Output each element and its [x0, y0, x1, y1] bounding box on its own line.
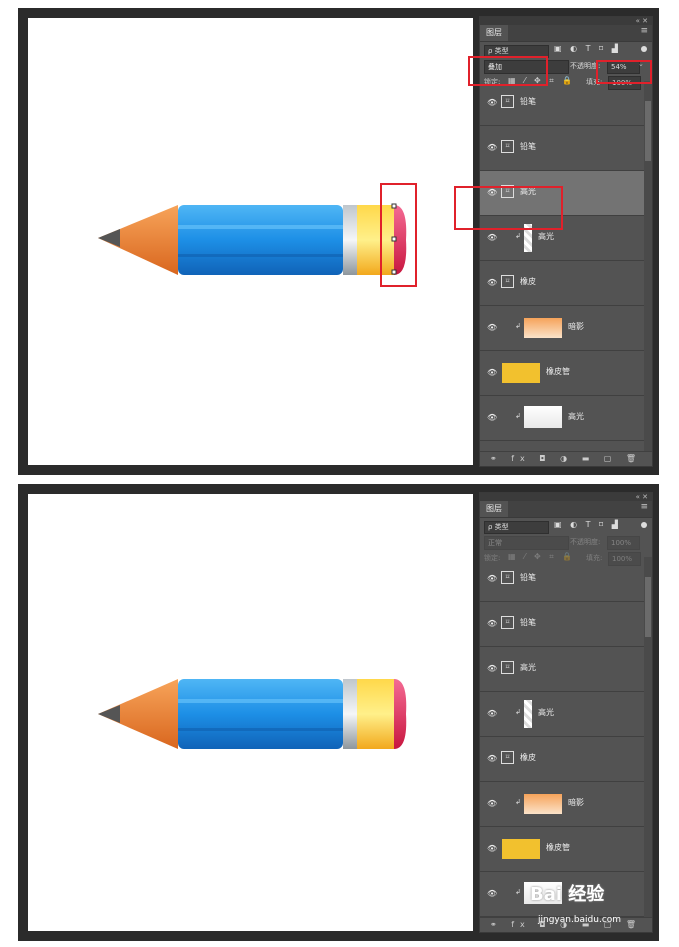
- pencil-ferrule: [343, 205, 357, 275]
- layer-name: 橡皮管: [546, 843, 570, 852]
- layer-row[interactable]: 👁 橡皮管: [480, 827, 644, 872]
- screenshot-before: « ✕ 图层 ≡ ρ 类型 ▣ ◐ T ⌑ ▟ 叠加 不透明度: 54% ⌄ 锁…: [18, 8, 659, 475]
- layer-row[interactable]: 👁 ⌑ 橡皮: [480, 737, 644, 782]
- layer-row[interactable]: 👁 ↲ 高光: [480, 692, 644, 737]
- panel-menu-icon[interactable]: ≡: [640, 26, 648, 36]
- highlight-box-layer: [454, 186, 563, 230]
- layer-name: 铅笔: [520, 573, 536, 582]
- layer-thumbnail: [502, 839, 540, 859]
- clip-arrow-icon: ↲: [515, 412, 521, 420]
- panel-footer-icons[interactable]: ⚭ fx ◘ ◑ ▬ ▢ 🗑: [480, 451, 652, 466]
- eye-icon[interactable]: 👁: [487, 413, 497, 422]
- layer-scrollbar[interactable]: [644, 557, 652, 918]
- layer-name: 高光: [520, 663, 536, 672]
- folder-icon: ⌑: [501, 140, 514, 153]
- clip-arrow-icon: ↲: [515, 798, 521, 806]
- clip-arrow-icon: ↲: [515, 322, 521, 330]
- eye-icon[interactable]: 👁: [487, 233, 497, 242]
- pencil-eraser: [394, 679, 407, 749]
- filter-toggle-icon[interactable]: [641, 522, 647, 528]
- opacity-label: 不透明度:: [570, 538, 601, 546]
- layer-name: 铅笔: [520, 97, 536, 106]
- filter-icons[interactable]: ▣ ◐ T ⌑ ▟: [554, 44, 621, 53]
- layer-name: 铅笔: [520, 142, 536, 151]
- panel-collapse-bar[interactable]: « ✕: [480, 493, 652, 501]
- folder-icon: ⌑: [501, 751, 514, 764]
- eye-icon[interactable]: 👁: [487, 619, 497, 628]
- eye-icon[interactable]: 👁: [487, 368, 497, 377]
- document-canvas[interactable]: [28, 494, 473, 931]
- eye-icon[interactable]: 👁: [487, 574, 497, 583]
- layer-row[interactable]: 👁 ↲ 暗影: [480, 306, 644, 351]
- watermark-url: jingyan.baidu.com: [538, 915, 622, 925]
- panel-collapse-bar[interactable]: « ✕: [480, 17, 652, 25]
- folder-icon: ⌑: [501, 95, 514, 108]
- watermark-logo: Bai 经验: [530, 884, 605, 905]
- layer-scrollbar[interactable]: [644, 81, 652, 452]
- layer-row[interactable]: 👁 ↲ 暗影: [480, 782, 644, 827]
- layer-thumbnail: [524, 318, 562, 338]
- layer-name: 橡皮: [520, 277, 536, 286]
- layer-row[interactable]: 👁 ⌑ 铅笔: [480, 602, 644, 647]
- pencil-body: [178, 205, 343, 275]
- layer-name: 橡皮管: [546, 367, 570, 376]
- layer-row[interactable]: 👁 ⌑ 铅笔: [480, 126, 644, 171]
- eye-icon[interactable]: 👁: [487, 278, 497, 287]
- layer-row[interactable]: 👁 橡皮管: [480, 351, 644, 396]
- tab-layers[interactable]: 图层: [480, 501, 508, 517]
- pencil-lead: [98, 705, 120, 723]
- clip-arrow-icon: ↲: [515, 708, 521, 716]
- clip-arrow-icon: ↲: [515, 232, 521, 240]
- pencil-lead: [98, 229, 120, 247]
- folder-icon: ⌑: [501, 275, 514, 288]
- layer-thumbnail: [524, 406, 562, 428]
- eye-icon[interactable]: 👁: [487, 323, 497, 332]
- layer-name: 橡皮: [520, 753, 536, 762]
- blend-mode-select[interactable]: 正常: [484, 536, 569, 550]
- folder-icon: ⌑: [501, 616, 514, 629]
- highlight-box-opacity: [596, 60, 652, 84]
- panel-menu-icon[interactable]: ≡: [640, 502, 648, 512]
- layers-panel: « ✕ 图层 ≡ ρ 类型 ▣ ◐ T ⌑ ▟ 正常 不透明度: 100% 锁定…: [479, 492, 653, 933]
- eye-icon[interactable]: 👁: [487, 143, 497, 152]
- screenshot-after: « ✕ 图层 ≡ ρ 类型 ▣ ◐ T ⌑ ▟ 正常 不透明度: 100% 锁定…: [18, 484, 659, 941]
- highlight-box-blend: [468, 56, 548, 86]
- tab-layers[interactable]: 图层: [480, 25, 508, 41]
- pencil-body: [178, 679, 343, 749]
- highlight-box-eraser: [380, 183, 417, 287]
- layer-row[interactable]: 👁 ⌑ 铅笔: [480, 81, 644, 126]
- pencil-band: [357, 679, 394, 749]
- eye-icon[interactable]: 👁: [487, 754, 497, 763]
- layer-name: 暗影: [568, 798, 584, 807]
- eye-icon[interactable]: 👁: [487, 799, 497, 808]
- layer-name: 暗影: [568, 322, 584, 331]
- pencil-ferrule: [343, 679, 357, 749]
- layer-row[interactable]: 👁 ⌑ 橡皮: [480, 261, 644, 306]
- filter-toggle-icon[interactable]: [641, 46, 647, 52]
- layer-list: 👁 ⌑ 铅笔 👁 ⌑ 铅笔 👁 ⌑ 高光 👁 ↲ 高光 👁 ⌑ 橡皮 👁 ↲ 暗…: [480, 557, 644, 918]
- eye-icon[interactable]: 👁: [487, 844, 497, 853]
- eye-icon[interactable]: 👁: [487, 664, 497, 673]
- layer-list: 👁 ⌑ 铅笔 👁 ⌑ 铅笔 👁 ⌑ 高光 👁 ↲ 高光 👁 ⌑ 橡皮 👁 ↲ 暗…: [480, 81, 644, 452]
- layer-thumbnail: [502, 363, 540, 383]
- layer-name: 铅笔: [520, 618, 536, 627]
- folder-icon: ⌑: [501, 571, 514, 584]
- layer-row[interactable]: 👁 ⌑ 高光: [480, 647, 644, 692]
- opacity-input[interactable]: 100%: [607, 536, 640, 550]
- pencil-artwork: [98, 679, 407, 749]
- layer-name: 高光: [538, 708, 554, 717]
- eye-icon[interactable]: 👁: [487, 709, 497, 718]
- layer-name: 高光: [568, 412, 584, 421]
- clip-arrow-icon: ↲: [515, 888, 521, 896]
- eye-icon[interactable]: 👁: [487, 98, 497, 107]
- layer-row[interactable]: 👁 ↲ 高光: [480, 396, 644, 441]
- layer-filter-select[interactable]: ρ 类型: [484, 521, 549, 534]
- layer-thumbnail: [524, 700, 532, 728]
- eye-icon[interactable]: 👁: [487, 889, 497, 898]
- layer-thumbnail: [524, 794, 562, 814]
- layer-name: 高光: [538, 232, 554, 241]
- filter-icons[interactable]: ▣ ◐ T ⌑ ▟: [554, 520, 621, 529]
- layer-row[interactable]: 👁 ⌑ 铅笔: [480, 557, 644, 602]
- folder-icon: ⌑: [501, 661, 514, 674]
